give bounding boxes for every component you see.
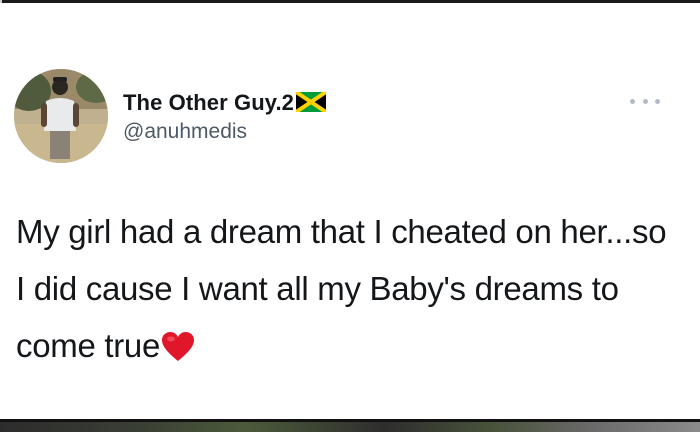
avatar-photo [14,69,108,163]
avatar[interactable] [14,69,108,163]
tweet-text: My girl had a dream that I cheated on he… [16,213,667,364]
tweet-card[interactable]: The Other Guy.2 @anuhmedis My girl had a… [0,3,700,419]
more-options-icon[interactable] [630,94,660,108]
red-heart-icon [161,323,195,380]
more-dot-icon [630,98,635,104]
more-dot-icon [642,98,648,104]
user-handle[interactable]: @anuhmedis [123,120,247,144]
next-content-strip [0,422,700,432]
display-name-row: The Other Guy.2 [123,89,328,117]
screenshot: The Other Guy.2 @anuhmedis My girl had a… [0,0,700,432]
jamaica-flag-icon [294,89,328,117]
more-dot-icon [655,98,660,104]
display-name[interactable]: The Other Guy.2 [123,90,294,116]
tweet-body: My girl had a dream that I cheated on he… [16,203,676,380]
